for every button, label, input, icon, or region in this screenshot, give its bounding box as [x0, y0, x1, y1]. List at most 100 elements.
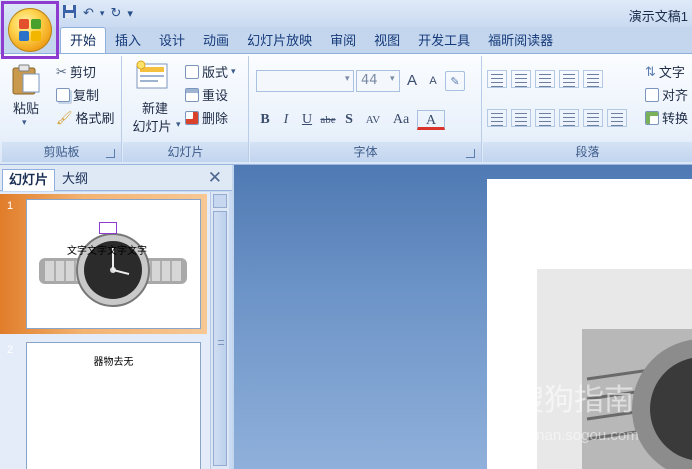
font-name-dropdown-icon[interactable]: ▾	[345, 74, 350, 84]
increase-indent-icon[interactable]	[559, 70, 579, 88]
font-size-dropdown-icon[interactable]: ▾	[390, 74, 395, 84]
align-right-icon[interactable]	[535, 109, 555, 127]
copy-label: 复制	[73, 88, 100, 103]
decrease-indent-icon[interactable]	[535, 70, 555, 88]
align-left-icon[interactable]	[487, 109, 507, 127]
slide-thumbnail-1[interactable]: 文字文字文字文字	[26, 199, 201, 329]
line-spacing-icon[interactable]	[583, 70, 603, 88]
undo-icon[interactable]: ↶	[83, 6, 94, 21]
qat-customize-icon[interactable]: ▾	[127, 7, 133, 20]
ribbon: 粘贴 ▾ ✂ 剪切 复制 🖌 格式刷 剪贴板 新建 幻灯片 ▾ 版式 ▾ 重设 …	[0, 53, 692, 165]
thumbnail-scrollbar[interactable]	[210, 192, 229, 469]
convert-smartart-button[interactable]: 转换	[645, 108, 688, 127]
slide-editor: 搜狗指南 zhinan.sogou.com	[234, 165, 692, 469]
underline-button[interactable]: U	[298, 110, 316, 130]
slide-pane: 幻灯片 大纲 ✕ 1 文字文字文字文字 2 器物去无	[0, 165, 232, 469]
grow-font-button[interactable]: A	[403, 71, 421, 91]
justify-icon[interactable]	[559, 109, 579, 127]
layout-label: 版式	[202, 65, 229, 80]
redo-icon[interactable]: ↻	[110, 6, 121, 21]
watermark-url: zhinan.sogou.com	[517, 427, 639, 444]
align-text-button[interactable]: 对齐	[645, 85, 688, 104]
tab-design[interactable]: 设计	[150, 29, 194, 53]
paste-icon	[12, 64, 40, 95]
layout-dropdown-icon: ▾	[231, 66, 236, 76]
office-button[interactable]	[1, 1, 59, 59]
slides-group-label: 幻灯片	[123, 142, 248, 162]
slide-pane-tabs: 幻灯片 大纲 ✕	[0, 165, 232, 191]
text-direction-button[interactable]: ⇅ 文字	[645, 62, 685, 81]
font-launcher-icon[interactable]	[466, 149, 475, 158]
undo-dropdown-icon[interactable]: ▾	[100, 9, 105, 19]
character-spacing-button[interactable]: AV	[361, 110, 385, 130]
slides-group: 新建 幻灯片 ▾ 版式 ▾ 重设 删除 幻灯片	[123, 56, 249, 162]
new-slide-button[interactable]: 新建 幻灯片 ▾	[127, 60, 183, 140]
delete-slide-button[interactable]: 删除	[185, 108, 228, 127]
layout-button[interactable]: 版式 ▾	[185, 62, 236, 81]
font-color-button[interactable]: A	[417, 110, 445, 130]
slide-thumbnail-2[interactable]: 器物去无	[26, 342, 201, 469]
tab-outline[interactable]: 大纲	[56, 169, 94, 191]
paste-button[interactable]: 粘贴 ▾	[6, 60, 46, 136]
slide-canvas[interactable]	[487, 179, 692, 469]
grow-shrink-buttons: A A ✎	[403, 70, 465, 92]
title-bar: ↶ ▾ ↻ ▾ 演示文稿1	[0, 0, 692, 27]
shadow-button[interactable]: S	[340, 110, 358, 130]
reset-label: 重设	[202, 88, 229, 103]
slide-1-caption: 文字文字文字文字	[67, 246, 147, 257]
layout-icon	[185, 64, 199, 79]
tab-developer[interactable]: 开发工具	[409, 29, 479, 53]
new-slide-dropdown-icon: ▾	[176, 120, 181, 130]
tab-slides[interactable]: 幻灯片	[2, 169, 56, 191]
tab-foxit-reader[interactable]: 福昕阅读器	[479, 29, 562, 53]
tab-review[interactable]: 审阅	[321, 29, 365, 53]
scissors-icon: ✂	[56, 63, 67, 79]
format-painter-button[interactable]: 🖌 格式刷	[56, 108, 115, 127]
columns-icon[interactable]	[607, 109, 627, 127]
ribbon-tabs: 开始 插入 设计 动画 幻灯片放映 审阅 视图 开发工具 福昕阅读器	[60, 27, 562, 53]
tab-view[interactable]: 视图	[365, 29, 409, 53]
tab-slideshow[interactable]: 幻灯片放映	[238, 29, 321, 53]
list-buttons	[487, 70, 603, 88]
close-icon[interactable]: ✕	[208, 168, 222, 188]
clipboard-launcher-icon[interactable]	[106, 149, 115, 158]
scroll-thumb[interactable]	[213, 211, 227, 466]
paste-label: 粘贴	[12, 101, 39, 116]
new-slide-label-2: 幻灯片	[132, 119, 172, 134]
format-painter-label: 格式刷	[75, 111, 115, 126]
slide-2-caption: 器物去无	[93, 357, 134, 368]
bullets-icon[interactable]	[487, 70, 507, 88]
change-case-button[interactable]: Aa	[388, 110, 414, 130]
font-name-combobox[interactable]	[256, 70, 354, 92]
save-icon[interactable]	[62, 4, 77, 23]
numbering-icon[interactable]	[511, 70, 531, 88]
clipboard-group: 粘贴 ▾ ✂ 剪切 复制 🖌 格式刷 剪贴板	[2, 56, 122, 162]
copy-button[interactable]: 复制	[56, 85, 99, 104]
cut-button[interactable]: ✂ 剪切	[56, 62, 96, 81]
format-buttons: B I U abe S AV Aa A	[256, 109, 445, 131]
watermark-text: 搜狗指南	[514, 384, 634, 417]
tab-insert[interactable]: 插入	[106, 29, 150, 53]
thumb-selection-box	[99, 222, 117, 234]
slide-number: 2	[7, 344, 14, 356]
paste-dropdown-icon: ▾	[22, 118, 27, 128]
strikethrough-button[interactable]: abe	[319, 110, 337, 130]
clipboard-group-label: 剪贴板	[2, 142, 121, 162]
align-center-icon[interactable]	[511, 109, 531, 127]
bold-button[interactable]: B	[256, 110, 274, 130]
thumbnail-list: 1 文字文字文字文字 2 器物去无	[0, 192, 210, 469]
convert-label: 转换	[662, 111, 689, 126]
tab-home[interactable]: 开始	[60, 27, 107, 53]
clear-format-icon[interactable]: ✎	[445, 71, 465, 91]
distributed-icon[interactable]	[583, 109, 603, 127]
shrink-font-button[interactable]: A	[424, 71, 442, 91]
scroll-up-icon[interactable]	[213, 194, 227, 208]
reset-button[interactable]: 重设	[185, 85, 228, 104]
scroll-grip-icon	[218, 340, 224, 345]
office-orb	[8, 8, 52, 52]
align-text-icon	[645, 87, 659, 102]
italic-button[interactable]: I	[277, 110, 295, 130]
office-logo-icon	[19, 19, 41, 41]
delete-label: 删除	[202, 111, 229, 126]
tab-animations[interactable]: 动画	[194, 29, 238, 53]
